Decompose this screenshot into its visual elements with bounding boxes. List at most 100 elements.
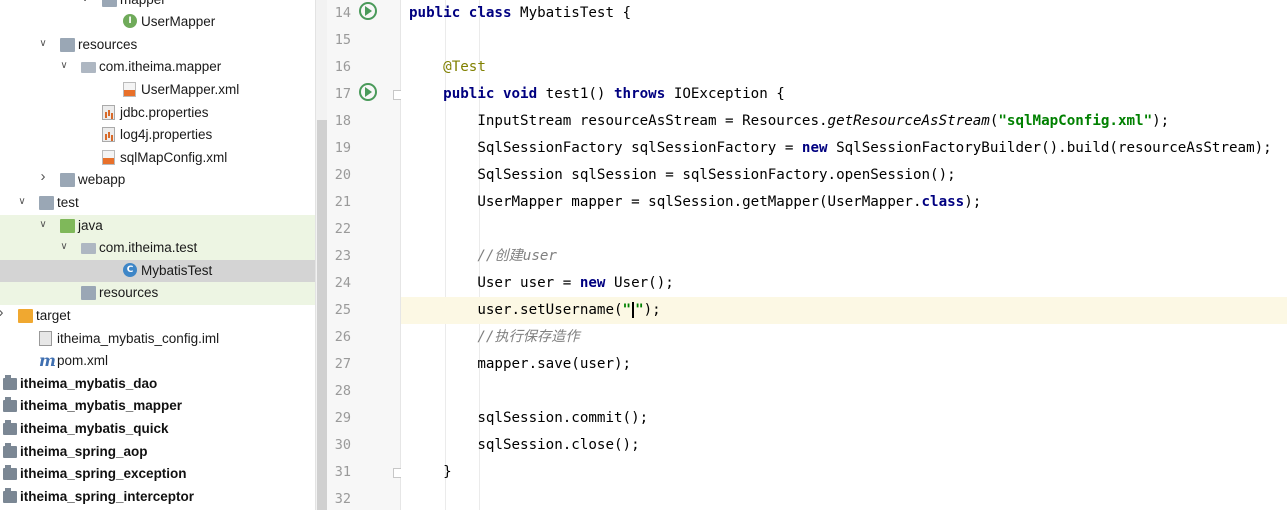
tree-item-target[interactable]: › target	[0, 305, 315, 328]
tree-item-pom-xml[interactable]: m pom.xml	[0, 350, 315, 373]
tree-item-com-itheima-test[interactable]: ∨ com.itheima.test	[0, 237, 315, 260]
tree-item-label: test	[57, 194, 79, 210]
code-token: User user =	[409, 275, 580, 291]
code-line[interactable]	[401, 216, 1287, 243]
code-token: "	[622, 302, 632, 318]
tree-item-label: itheima_mybatis_dao	[20, 375, 158, 391]
iml-file-icon	[39, 330, 52, 346]
tree-item-itheima-mybatis-config-iml[interactable]: itheima_mybatis_config.iml	[0, 328, 315, 351]
chevron-right-icon[interactable]: ›	[0, 305, 6, 320]
code-token: @Test	[443, 59, 486, 75]
code-line[interactable]: }	[401, 459, 1287, 486]
code-line[interactable]: @Test	[401, 54, 1287, 81]
code-line[interactable]: UserMapper mapper = sqlSession.getMapper…	[401, 189, 1287, 216]
tree-item-label: UserMapper	[141, 14, 216, 30]
code-line[interactable]: public class MybatisTest {	[401, 0, 1287, 27]
excluded-folder-icon	[18, 308, 33, 323]
tree-item-webapp[interactable]: › webapp	[0, 169, 315, 192]
code-token: );	[643, 302, 661, 318]
code-line[interactable]: sqlSession.commit();	[401, 405, 1287, 432]
code-text: sqlSession.commit();	[409, 405, 648, 432]
tree-item-log4j-properties[interactable]: log4j.properties	[0, 124, 315, 147]
chevron-down-icon[interactable]: ∨	[38, 38, 48, 50]
tree-item-test[interactable]: ∨ test	[0, 192, 315, 215]
code-token: new	[579, 275, 615, 291]
tree-item-itheima-mybatis-quick[interactable]: itheima_mybatis_quick	[0, 418, 315, 441]
code-line[interactable]: public void test1() throws IOException {	[401, 81, 1287, 108]
code-text: //创建user	[409, 243, 557, 270]
code-token: SqlSessionFactory sqlSessionFactory =	[409, 140, 802, 156]
tree-item-usermapper-xml[interactable]: UserMapper.xml	[0, 79, 315, 102]
line-number: 26	[334, 329, 351, 345]
module-icon	[3, 419, 17, 435]
package-icon	[81, 243, 96, 255]
run-test-icon[interactable]	[359, 83, 377, 101]
tree-item-label: itheima_spring_exception	[20, 466, 187, 482]
line-number: 29	[334, 410, 351, 426]
tree-item-resources[interactable]: resources	[0, 282, 315, 305]
run-test-icon[interactable]	[359, 2, 377, 20]
code-line[interactable]: sqlSession.close();	[401, 432, 1287, 459]
code-line[interactable]: user.setUsername(" ");	[401, 297, 1287, 324]
tree-item-usermapper[interactable]: I UserMapper	[0, 11, 315, 34]
tree-item-label: itheima_spring_interceptor	[20, 488, 195, 504]
tree-item-sqlmapconfig-xml[interactable]: sqlMapConfig.xml	[0, 147, 315, 170]
tree-item-itheima-spring-aop[interactable]: itheima_spring_aop	[0, 441, 315, 464]
tree-item-label: java	[78, 217, 103, 233]
tree-item-itheima-spring-exception[interactable]: itheima_spring_exception	[0, 463, 315, 486]
chevron-right-icon[interactable]: ›	[38, 169, 48, 184]
code-text: InputStream resourceAsStream = Resources…	[409, 108, 1169, 135]
chevron-down-icon[interactable]: ∨	[80, 0, 90, 5]
tree-item-jdbc-properties[interactable]: jdbc.properties	[0, 102, 315, 125]
line-number: 17	[334, 86, 351, 102]
xml-file-icon	[102, 149, 115, 165]
code-token: getResourceAsStream	[827, 113, 990, 129]
tree-item-itheima-spring-interceptor[interactable]: itheima_spring_interceptor	[0, 486, 315, 509]
code-line[interactable]: mapper.save(user);	[401, 351, 1287, 378]
tree-item-mybatistest[interactable]: C MybatisTest	[0, 259, 315, 283]
resources-folder-icon	[81, 286, 96, 301]
folder-icon	[60, 173, 75, 188]
code-token: InputStream resourceAsStream = Resources…	[409, 113, 828, 129]
tree-item-label: mapper	[120, 0, 166, 7]
line-number: 21	[334, 194, 351, 210]
code-line[interactable]	[401, 486, 1287, 510]
tree-item-label: webapp	[78, 172, 126, 188]
tree-item-java[interactable]: ∨ java	[0, 214, 315, 238]
tree-item-resources[interactable]: ∨ resources	[0, 34, 315, 57]
code-line[interactable]	[401, 378, 1287, 405]
tree-item-itheima-mybatis-mapper[interactable]: itheima_mybatis_mapper	[0, 395, 315, 418]
code-line[interactable]: //执行保存造作	[401, 324, 1287, 351]
code-line[interactable]: //创建user	[401, 243, 1287, 270]
package-icon	[81, 62, 96, 74]
module-icon	[3, 397, 17, 413]
tree-item-label: resources	[99, 285, 159, 301]
chevron-down-icon[interactable]: ∨	[59, 60, 69, 72]
line-number: 22	[334, 221, 351, 237]
chevron-down-icon[interactable]: ∨	[38, 219, 48, 231]
tree-item-com-itheima-mapper[interactable]: ∨ com.itheima.mapper	[0, 56, 315, 79]
code-editor[interactable]: public class MybatisTest { @Test public …	[401, 0, 1287, 510]
tree-item-itheima-mybatis-dao[interactable]: itheima_mybatis_dao	[0, 373, 315, 396]
tree-item-mapper[interactable]: ∨ mapper	[0, 0, 315, 11]
module-icon	[3, 374, 17, 390]
code-line[interactable]	[401, 27, 1287, 54]
code-line[interactable]: SqlSession sqlSession = sqlSessionFactor…	[401, 162, 1287, 189]
project-tree: ∨ mapper I UserMapper ∨ resources ∨ com.itheima…	[0, 0, 315, 510]
scrollbar-thumb[interactable]	[317, 120, 327, 510]
chevron-down-icon[interactable]: ∨	[59, 241, 69, 253]
text-caret	[632, 302, 635, 318]
resources-folder-icon	[60, 37, 75, 52]
code-token: public class	[409, 5, 521, 21]
chevron-down-icon[interactable]: ∨	[17, 196, 27, 208]
test-source-folder-icon	[60, 218, 75, 233]
code-token: public void	[443, 86, 546, 102]
code-line[interactable]: User user = new User();	[401, 270, 1287, 297]
code-line[interactable]: InputStream resourceAsStream = Resources…	[401, 108, 1287, 135]
code-token: "sqlMapConfig.xml"	[998, 113, 1153, 129]
code-token: //执行保存造作	[477, 329, 580, 345]
code-line[interactable]: SqlSessionFactory sqlSessionFactory = ne…	[401, 135, 1287, 162]
code-token: new	[801, 140, 837, 156]
code-text: user.setUsername(" ");	[409, 297, 661, 324]
